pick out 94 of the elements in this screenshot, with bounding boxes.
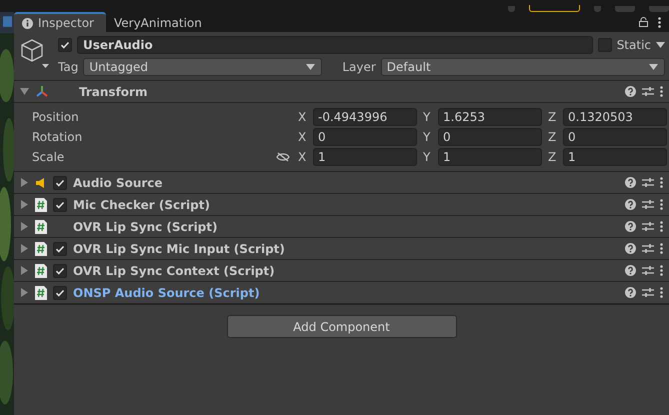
number-field[interactable]: 0	[313, 128, 417, 146]
axis-label: X	[298, 110, 308, 124]
more-options-icon[interactable]	[660, 265, 663, 276]
expanded-arrow-icon[interactable]	[20, 87, 29, 96]
sliders-icon[interactable]	[642, 287, 654, 298]
sliders-icon[interactable]	[642, 86, 654, 97]
more-options-icon[interactable]	[660, 287, 663, 298]
more-options-icon[interactable]	[660, 177, 663, 188]
checkmark-icon	[55, 244, 65, 254]
caret-icon	[306, 64, 316, 70]
sliders-icon[interactable]	[642, 177, 654, 188]
sliders-icon[interactable]	[642, 243, 654, 254]
component-title: ONSP Audio Source (Script)	[73, 286, 260, 300]
help-icon[interactable]	[625, 221, 636, 232]
checkmark-icon	[55, 266, 65, 276]
help-icon[interactable]	[625, 199, 636, 210]
collapsed-arrow-icon[interactable]	[20, 178, 29, 187]
help-icon[interactable]	[625, 177, 636, 188]
number-field[interactable]: 0	[563, 128, 667, 146]
axis-label: Z	[548, 150, 558, 164]
checkbox[interactable]	[598, 38, 612, 52]
caret-icon	[649, 64, 658, 70]
script-icon	[35, 264, 47, 278]
collapsed-arrow-icon[interactable]	[20, 222, 29, 231]
component-title: Audio Source	[73, 176, 163, 190]
notification-field[interactable]	[528, 5, 580, 12]
tag-dropdown[interactable]: Untagged	[83, 58, 322, 76]
checkbox[interactable]	[53, 286, 67, 300]
property-label: Rotation	[32, 130, 84, 144]
axis-label: X	[298, 150, 308, 164]
checkmark-icon	[55, 288, 65, 298]
number-field[interactable]: 1.6253	[438, 108, 542, 126]
speaker-icon	[35, 176, 47, 188]
script-icon	[35, 220, 47, 234]
checkbox[interactable]	[53, 242, 67, 256]
static-label: Static	[616, 38, 651, 52]
sliders-icon[interactable]	[642, 265, 654, 276]
number-field[interactable]: 0	[438, 128, 542, 146]
more-options-icon[interactable]	[660, 221, 663, 232]
checkbox[interactable]	[58, 38, 72, 52]
add-component-button[interactable]: Add Component	[226, 315, 456, 338]
axis-label: X	[298, 130, 308, 144]
axis-label: Y	[423, 150, 432, 164]
number-field[interactable]: -0.4943996	[313, 108, 417, 126]
checkbox[interactable]	[53, 264, 67, 278]
collapsed-arrow-icon[interactable]	[20, 288, 29, 297]
script-icon	[35, 286, 47, 300]
more-options-icon[interactable]	[660, 243, 663, 254]
number-field[interactable]: 1	[438, 148, 542, 166]
lock-icon[interactable]	[639, 17, 648, 27]
sliders-icon[interactable]	[642, 221, 654, 232]
axis-label: Y	[423, 110, 432, 124]
help-icon[interactable]	[625, 287, 636, 298]
checkbox[interactable]	[53, 176, 67, 190]
component-title: OVR Lip Sync (Script)	[73, 220, 218, 234]
tab[interactable]: VeryAnimation	[106, 12, 214, 32]
checkbox[interactable]	[53, 198, 67, 212]
component-title: OVR Lip Sync Mic Input (Script)	[73, 242, 285, 256]
info-icon	[22, 18, 33, 28]
script-icon	[35, 242, 47, 256]
script-icon	[35, 198, 47, 212]
help-icon[interactable]	[625, 86, 636, 97]
axis-label: Z	[548, 130, 558, 144]
tag-label: Tag	[58, 60, 78, 74]
checkmark-icon	[60, 40, 70, 50]
layer-label: Layer	[342, 60, 376, 74]
axis-label: Z	[548, 110, 558, 124]
component-title: Transform	[79, 84, 148, 98]
axes-icon	[35, 85, 49, 98]
sliders-icon[interactable]	[642, 199, 654, 210]
link-icon[interactable]	[276, 152, 290, 162]
number-field[interactable]: 1	[313, 148, 417, 166]
property-label: Position	[32, 110, 80, 124]
tab[interactable]: Inspector	[14, 12, 106, 32]
more-options-icon[interactable]	[660, 199, 663, 210]
component-title: Mic Checker (Script)	[73, 198, 210, 212]
more-options-icon[interactable]	[658, 16, 661, 28]
collapsed-arrow-icon[interactable]	[20, 200, 29, 209]
help-icon[interactable]	[625, 265, 636, 276]
cube-icon[interactable]	[20, 38, 50, 70]
collapsed-arrow-icon[interactable]	[20, 266, 29, 275]
name-field[interactable]: UserAudio	[77, 36, 593, 54]
axis-label: Y	[423, 130, 432, 144]
more-options-icon[interactable]	[660, 86, 663, 97]
layer-dropdown[interactable]: Default	[380, 58, 665, 76]
help-icon[interactable]	[625, 243, 636, 254]
checkmark-icon	[55, 200, 65, 210]
number-field[interactable]: 0.1320503	[563, 108, 667, 126]
property-label: Scale	[32, 150, 66, 164]
dropdown-caret-icon	[656, 42, 665, 48]
collapsed-arrow-icon[interactable]	[20, 244, 29, 253]
number-field[interactable]: 1	[563, 148, 667, 166]
checkmark-icon	[55, 178, 65, 188]
component-title: OVR Lip Sync Context (Script)	[73, 264, 275, 278]
